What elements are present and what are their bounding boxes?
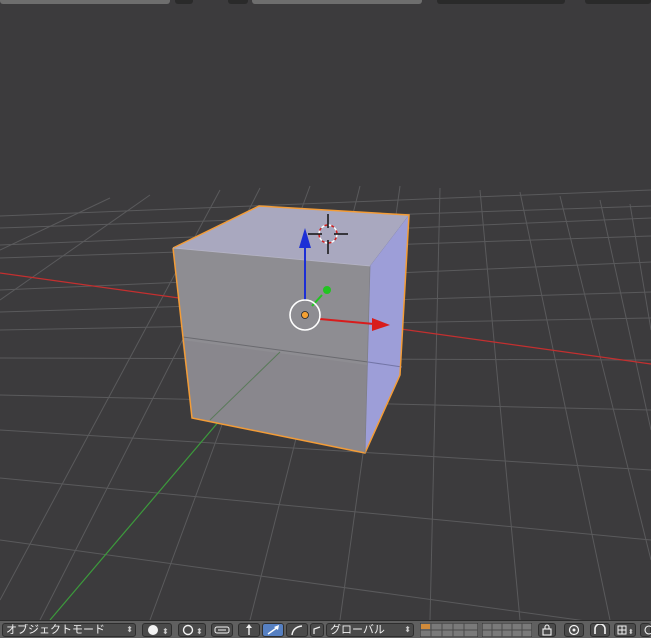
dropdown-arrows-icon: ⬍ <box>126 625 133 634</box>
dropdown-arrows-icon: ⬍ <box>196 627 203 636</box>
mode-dropdown[interactable]: オブジェクトモード ⬍ <box>2 623 136 637</box>
top-field-left[interactable] <box>0 0 170 4</box>
dropdown-arrows-icon: ⬍ <box>162 627 169 636</box>
scene-canvas[interactable] <box>0 8 651 620</box>
y-arrow-icon[interactable] <box>323 286 331 294</box>
layers-grid-icon <box>482 623 532 637</box>
lock-camera-button[interactable] <box>538 623 556 637</box>
top-button-4[interactable] <box>585 0 651 4</box>
translate-arrow-icon <box>246 624 252 635</box>
manipulator-rotate-button[interactable] <box>262 623 284 637</box>
lock-icon <box>542 624 552 636</box>
object-origin-dot <box>301 311 309 319</box>
orientation-dropdown[interactable]: グローバル ⬍ <box>326 623 414 637</box>
pivot-point-button[interactable]: ⬍ <box>178 623 206 637</box>
overflow-icon <box>644 625 651 635</box>
overflow-button[interactable] <box>640 623 651 637</box>
layers-grid[interactable] <box>420 623 478 637</box>
svg-text:⬍: ⬍ <box>628 628 634 636</box>
layers-grid-2[interactable] <box>482 623 532 637</box>
pivot-icon <box>182 624 194 636</box>
top-button-3[interactable] <box>437 0 565 4</box>
orientation-dropdown-label: グローバル <box>330 623 385 636</box>
snap-toggle-button[interactable] <box>590 623 610 637</box>
magnet-icon <box>594 624 606 634</box>
scale-extra-button[interactable] <box>310 623 324 637</box>
mode-dropdown-label: オブジェクトモード <box>6 623 105 636</box>
manipulator-translate-button[interactable] <box>238 623 260 637</box>
3d-viewport[interactable] <box>0 8 651 620</box>
manipulator-scale-button[interactable] <box>286 623 308 637</box>
scale-handle-icon <box>313 626 321 634</box>
rotate-arc-icon <box>267 625 279 635</box>
snap-target-icon: ⬍ <box>617 625 634 636</box>
snap-target-button[interactable]: ⬍ <box>614 623 636 637</box>
viewport-shading-button[interactable]: ⬍ <box>142 623 172 637</box>
proportional-edit-button[interactable] <box>564 623 584 637</box>
top-editor-header <box>0 0 651 8</box>
solid-sphere-icon <box>148 625 158 635</box>
manipulator-icon <box>214 626 230 634</box>
dropdown-arrows-icon: ⬍ <box>404 625 411 634</box>
3d-view-header: オブジェクトモード ⬍ ⬍ ⬍ グローバル ⬍ ⬍ <box>0 620 651 638</box>
top-button-1[interactable] <box>175 0 193 4</box>
layers-grid-icon <box>420 623 478 637</box>
proportional-edit-icon <box>568 624 580 636</box>
top-button-2[interactable] <box>228 0 248 4</box>
scale-icon <box>291 625 303 636</box>
top-field-right[interactable] <box>252 0 422 4</box>
manipulator-toggle-button[interactable] <box>211 623 233 637</box>
